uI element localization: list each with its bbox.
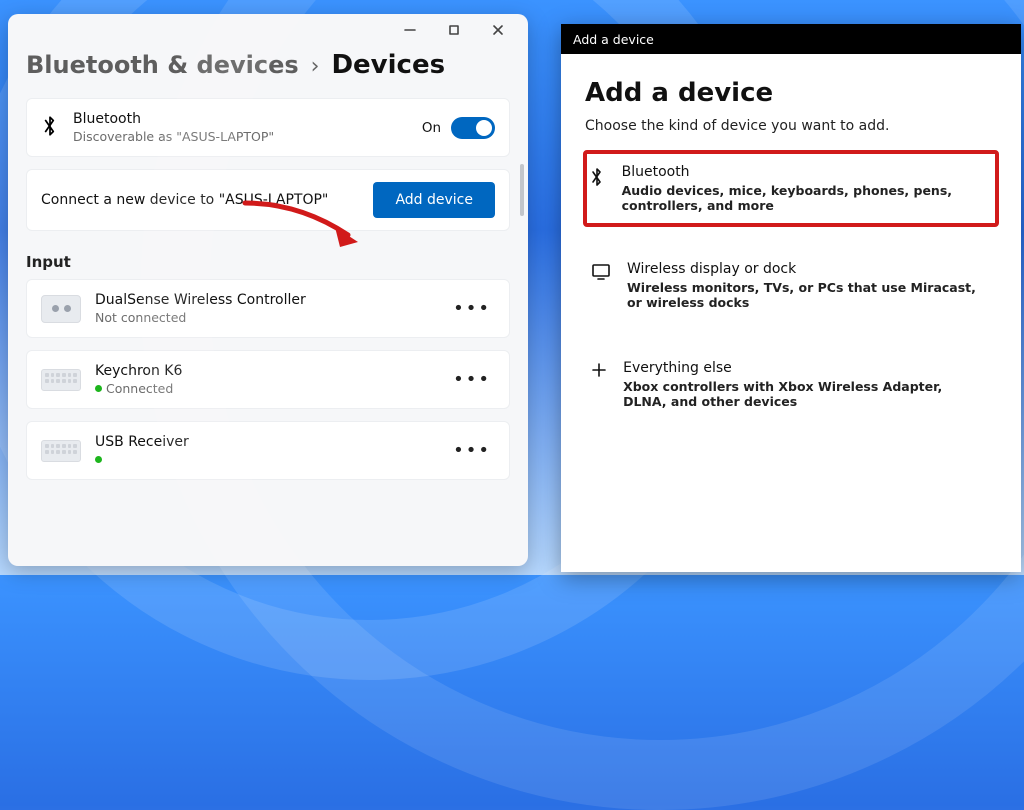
connect-device-card: Connect a new device to "ASUS-LAPTOP" Ad…: [26, 169, 510, 231]
connected-dot-icon: [95, 385, 102, 392]
device-more-button[interactable]: •••: [449, 292, 495, 325]
breadcrumb: Bluetooth & devices › Devices: [8, 46, 528, 94]
option-title: Bluetooth: [622, 164, 989, 180]
dialog-heading: Add a device: [585, 78, 997, 108]
bluetooth-toggle-state: On: [422, 120, 441, 136]
minimize-button[interactable]: [388, 16, 432, 44]
device-row[interactable]: USB Receiver •••: [26, 421, 510, 480]
controller-icon: [41, 295, 81, 323]
bluetooth-toggle[interactable]: [451, 117, 495, 139]
breadcrumb-current: Devices: [331, 50, 445, 80]
bluetooth-icon: [41, 114, 59, 142]
scrollbar-thumb[interactable]: [520, 164, 524, 216]
option-everything-else[interactable]: Everything else Xbox controllers with Xb…: [585, 346, 997, 423]
bluetooth-toggle-card: Bluetooth Discoverable as "ASUS-LAPTOP" …: [26, 98, 510, 157]
option-wireless-display[interactable]: Wireless display or dock Wireless monito…: [585, 247, 997, 324]
add-device-dialog: Add a device Add a device Choose the kin…: [561, 24, 1021, 572]
close-button[interactable]: [476, 16, 520, 44]
device-row[interactable]: Keychron K6 Connected •••: [26, 350, 510, 409]
option-subtitle: Wireless monitors, TVs, or PCs that use …: [627, 280, 987, 310]
option-subtitle: Audio devices, mice, keyboards, phones, …: [622, 183, 989, 213]
device-row[interactable]: DualSense Wireless Controller Not connec…: [26, 279, 510, 338]
device-more-button[interactable]: •••: [449, 434, 495, 467]
keyboard-icon: [41, 369, 81, 391]
settings-devices-window: Bluetooth & devices › Devices Bluetooth …: [8, 14, 528, 566]
option-bluetooth[interactable]: Bluetooth Audio devices, mice, keyboards…: [585, 152, 997, 225]
device-status: [95, 452, 189, 467]
option-subtitle: Xbox controllers with Xbox Wireless Adap…: [623, 379, 987, 409]
bluetooth-subtitle: Discoverable as "ASUS-LAPTOP": [73, 129, 274, 144]
bluetooth-title: Bluetooth: [73, 111, 274, 127]
device-status: Not connected: [95, 310, 306, 325]
device-name: DualSense Wireless Controller: [95, 292, 306, 308]
device-more-button[interactable]: •••: [449, 363, 495, 396]
chevron-right-icon: ›: [311, 54, 320, 79]
bluetooth-icon: [589, 164, 606, 213]
plus-icon: [591, 360, 607, 409]
option-title: Wireless display or dock: [627, 261, 987, 277]
device-name: Keychron K6: [95, 363, 182, 379]
window-titlebar: [8, 14, 528, 46]
breadcrumb-parent[interactable]: Bluetooth & devices: [26, 51, 299, 79]
connected-dot-icon: [95, 456, 102, 463]
dialog-lead-text: Choose the kind of device you want to ad…: [585, 118, 997, 134]
dialog-titlebar: Add a device: [561, 24, 1021, 54]
display-icon: [591, 261, 611, 310]
device-status: Connected: [95, 381, 182, 396]
maximize-button[interactable]: [432, 16, 476, 44]
option-title: Everything else: [623, 360, 987, 376]
connect-device-text: Connect a new device to "ASUS-LAPTOP": [41, 192, 328, 208]
device-name: USB Receiver: [95, 434, 189, 450]
annotation-arrow: [240, 195, 370, 255]
receiver-icon: [41, 440, 81, 462]
section-input-header: Input: [8, 243, 528, 275]
add-device-button[interactable]: Add device: [373, 182, 495, 218]
